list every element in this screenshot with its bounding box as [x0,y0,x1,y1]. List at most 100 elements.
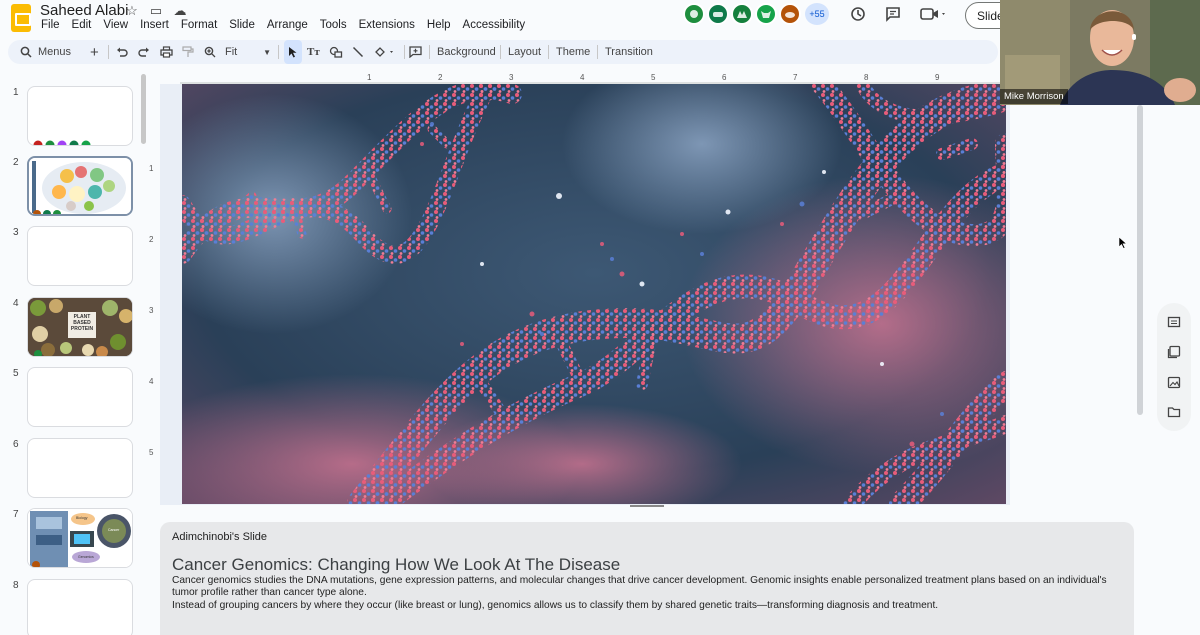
cloud-status-icon[interactable]: ☁ [172,3,188,19]
ruler-mark: 4 [580,73,585,82]
speaker-notes[interactable]: Adimchinobi's Slide Cancer Genomics: Cha… [160,522,1134,635]
undo-icon[interactable] [116,40,128,64]
comments-icon[interactable] [885,6,901,26]
menu-arrange[interactable]: Arrange [266,19,309,31]
line-icon[interactable] [352,40,364,64]
side-panel [1157,303,1191,431]
print-icon[interactable] [160,40,173,64]
slide-1-avatars [33,140,91,145]
zoom-icon[interactable] [204,40,216,64]
menu-accessibility[interactable]: Accessibility [462,19,527,31]
redo-icon[interactable] [138,40,150,64]
ruler-mark: 6 [722,73,727,82]
ruler-mark: 7 [793,73,798,82]
text-box-icon[interactable]: Tт [307,40,320,64]
notes-paragraph: Instead of grouping cancers by where the… [172,599,939,611]
fill-color-icon[interactable] [374,40,396,64]
thumb7-label-biology: Biology [76,516,88,520]
slide-number: 4 [13,298,19,309]
slide-thumbnail-8[interactable] [27,579,133,635]
menu-view[interactable]: View [102,19,129,31]
slide-number: 3 [13,227,19,238]
dna-helix-image[interactable] [182,84,1006,504]
meet-video-icon[interactable] [920,6,948,26]
zoom-select[interactable]: Fit ▼ [225,40,273,64]
slide-thumbnail-5[interactable] [27,367,133,427]
notes-paragraph: Cancer genomics studies the DNA mutation… [172,575,1107,599]
ruler-mark: 9 [935,73,940,82]
editor-scrollbar[interactable] [1137,105,1143,415]
ruler-mark: 5 [651,73,656,82]
background-button[interactable]: Background [437,40,496,64]
participant-name: Mike Morrison [1000,89,1068,104]
notes-title: Cancer Genomics: Changing How We Look At… [172,555,621,574]
avatar[interactable] [683,3,705,25]
toolbar-divider [597,45,598,59]
slides-logo-icon[interactable] [11,4,31,32]
layout-button[interactable]: Layout [508,40,541,64]
slide-thumbnail-4[interactable]: PLANT BASED PROTEIN [27,297,133,357]
shape-icon[interactable] [329,40,343,64]
more-collaborators-badge[interactable]: +55 [805,3,829,25]
toolbar: Menus + Fit ▼ Tт Background Layout Theme [8,40,998,64]
collaborator-avatars: +55 [683,3,829,25]
paint-format-icon[interactable] [182,40,194,64]
theme-button[interactable]: Theme [556,40,590,64]
ruler-mark: 2 [438,73,443,82]
toolbar-divider [429,45,430,59]
avatar[interactable] [707,3,729,25]
notes-resize-handle[interactable] [630,505,664,507]
search-icon [20,46,32,58]
mouse-cursor-icon [1118,236,1128,255]
menu-insert[interactable]: Insert [139,19,170,31]
slide-thumbnail-3[interactable] [27,226,133,286]
current-slide[interactable] [182,84,1006,504]
ruler-mark: 1 [149,164,154,173]
title-actions: ☆ ▭ ☁ [124,3,188,19]
zoom-value: Fit [225,46,238,58]
menu-edit[interactable]: Edit [71,19,93,31]
avatar[interactable] [755,3,777,25]
thumb7-label-cancer: Cancer [108,528,120,532]
add-comment-icon[interactable] [409,40,422,64]
menu-format[interactable]: Format [180,19,218,31]
gallery-icon[interactable] [1166,345,1182,361]
slide-thumbnail-7[interactable]: Biology Cancer Genomics [27,508,133,568]
version-history-icon[interactable] [850,6,866,26]
toolbar-divider [404,45,405,59]
slide-number: 7 [13,509,19,520]
avatar[interactable] [779,3,801,25]
menu-slide[interactable]: Slide [228,19,256,31]
speaker-notes-panel-icon[interactable] [1166,315,1182,331]
ruler-mark: 8 [864,73,869,82]
menu-file[interactable]: File [40,19,61,31]
vertical-ruler: 1 2 3 4 5 [146,84,158,504]
folder-icon[interactable] [1166,405,1182,421]
slide-filmstrip: 1 2 3 4 PLANT BASED PROTEIN 5 6 7 Biolog… [0,70,150,635]
add-image-icon[interactable] [1166,375,1182,391]
notes-body: Cancer genomics studies the DNA mutation… [172,575,1112,612]
menu-help[interactable]: Help [426,19,452,31]
select-tool-icon[interactable] [284,40,302,64]
ruler-mark: 3 [509,73,514,82]
star-icon[interactable]: ☆ [124,3,140,19]
menu-tools[interactable]: Tools [319,19,348,31]
avatar[interactable] [731,3,753,25]
search-menus[interactable]: Menus [20,40,71,64]
slide-number: 5 [13,368,19,379]
menu-extensions[interactable]: Extensions [358,19,416,31]
move-folder-icon[interactable]: ▭ [148,3,164,19]
ruler-mark: 5 [149,448,154,457]
food-plate-image [29,158,131,214]
ruler-mark: 3 [149,306,154,315]
document-title[interactable]: Saheed Alabi [40,2,128,19]
toolbar-divider [278,45,279,59]
slide-thumbnail-2[interactable] [27,156,133,216]
new-slide-icon[interactable]: + [90,40,99,64]
search-menus-label: Menus [38,46,72,58]
slide-thumbnail-6[interactable] [27,438,133,498]
notes-author: Adimchinobi's Slide [172,531,268,543]
transition-button[interactable]: Transition [605,40,653,64]
chevron-down-icon: ▼ [263,47,271,57]
slide-thumbnail-1[interactable] [27,86,133,146]
